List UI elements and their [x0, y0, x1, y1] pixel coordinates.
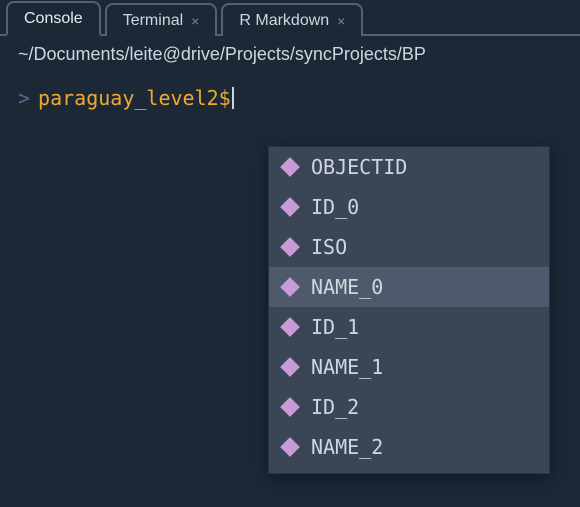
tab-console[interactable]: Console: [6, 1, 101, 36]
diamond-icon: [280, 437, 300, 457]
tab-bar: Console Terminal × R Markdown ×: [0, 0, 580, 36]
autocomplete-label: ID_0: [311, 195, 359, 219]
tab-rmarkdown[interactable]: R Markdown ×: [221, 3, 363, 36]
autocomplete-label: NAME_1: [311, 355, 383, 379]
prompt-symbol: >: [18, 83, 30, 113]
diamond-icon: [280, 157, 300, 177]
autocomplete-label: NAME_0: [311, 275, 383, 299]
autocomplete-popup[interactable]: OBJECTID ID_0 ISO NAME_0 ID_1 NAME_1 ID_2 NAME_…: [268, 146, 550, 474]
diamond-icon: [280, 357, 300, 377]
working-directory-path: ~/Documents/leite@drive/Projects/syncPro…: [0, 36, 580, 71]
tab-label: Console: [24, 10, 83, 28]
text-cursor: [232, 87, 234, 109]
autocomplete-label: ID_2: [311, 395, 359, 419]
prompt-line: > paraguay_level2$: [18, 83, 562, 113]
autocomplete-item[interactable]: ISO: [269, 227, 549, 267]
autocomplete-item[interactable]: NAME_0: [269, 267, 549, 307]
autocomplete-item[interactable]: ID_1: [269, 307, 549, 347]
autocomplete-item[interactable]: NAME_2: [269, 427, 549, 467]
autocomplete-label: ISO: [311, 235, 347, 259]
autocomplete-item[interactable]: ID_2: [269, 387, 549, 427]
console-area[interactable]: > paraguay_level2$: [0, 71, 580, 125]
console-input[interactable]: paraguay_level2$: [38, 83, 231, 113]
tab-terminal[interactable]: Terminal ×: [105, 3, 218, 36]
autocomplete-label: NAME_2: [311, 435, 383, 459]
diamond-icon: [280, 197, 300, 217]
autocomplete-label: ID_1: [311, 315, 359, 339]
close-icon[interactable]: ×: [191, 13, 199, 29]
diamond-icon: [280, 397, 300, 417]
autocomplete-item[interactable]: OBJECTID: [269, 147, 549, 187]
diamond-icon: [280, 237, 300, 257]
close-icon[interactable]: ×: [337, 13, 345, 29]
diamond-icon: [280, 277, 300, 297]
tab-label: Terminal: [123, 12, 183, 30]
autocomplete-item[interactable]: ID_0: [269, 187, 549, 227]
diamond-icon: [280, 317, 300, 337]
autocomplete-label: OBJECTID: [311, 155, 407, 179]
autocomplete-item[interactable]: NAME_1: [269, 347, 549, 387]
tab-label: R Markdown: [239, 12, 329, 30]
